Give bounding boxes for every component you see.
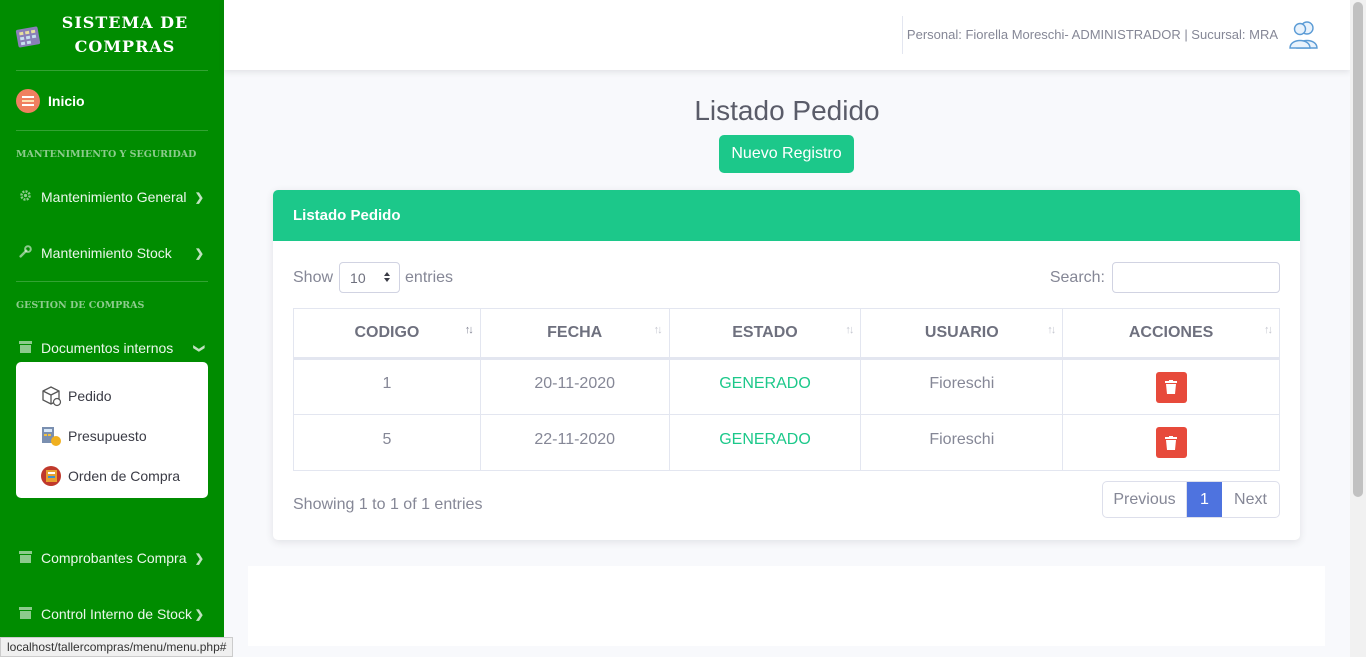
show-label: Show bbox=[293, 268, 334, 286]
entries-label: entries bbox=[405, 268, 454, 286]
cell-codigo: 5 bbox=[293, 414, 481, 471]
pagination-next[interactable]: Next bbox=[1222, 482, 1279, 517]
data-table: CODIGO ↑↓ FECHA ↑↓ ESTADO ↑↓ USUARIO ↑↓ … bbox=[293, 308, 1280, 471]
sidebar-item-inicio[interactable]: Inicio bbox=[0, 71, 224, 130]
cell-estado: GENERADO bbox=[668, 358, 862, 415]
sidebar-item-label: Control Interno de Stock bbox=[41, 606, 192, 622]
submenu-documentos: Pedido Presupuesto Orden de Compra bbox=[16, 362, 208, 498]
entries-select-value: 10 bbox=[350, 269, 366, 286]
cell-acciones bbox=[1062, 358, 1280, 415]
sidebar-item-label: Mantenimiento General bbox=[41, 189, 187, 205]
user-menu[interactable]: Personal: Fiorella Moreschi- ADMINISTRAD… bbox=[907, 18, 1320, 50]
table-row: 5 22-11-2020 GENERADO Fioreschi bbox=[293, 414, 1280, 471]
chevron-right-icon: ❯ bbox=[194, 191, 204, 204]
table-info: Showing 1 to 1 of 1 entries bbox=[293, 496, 483, 513]
trash-icon bbox=[1165, 380, 1178, 394]
sort-icon: ↑↓ bbox=[845, 324, 854, 336]
submenu-item-label: Orden de Compra bbox=[68, 468, 181, 484]
page-scrollbar[interactable] bbox=[1350, 0, 1366, 657]
card-header: Listado Pedido bbox=[273, 190, 1300, 241]
trash-icon bbox=[1165, 435, 1178, 450]
sidebar-item-control-interno-stock[interactable]: Control Interno de Stock ❯ bbox=[0, 586, 224, 642]
column-header-fecha[interactable]: FECHA ↑↓ bbox=[479, 308, 670, 360]
new-record-button[interactable]: Nuevo Registro bbox=[719, 135, 854, 173]
column-header-usuario[interactable]: USUARIO ↑↓ bbox=[860, 308, 1064, 360]
cell-usuario: Fioreschi bbox=[860, 358, 1064, 415]
cell-fecha: 20-11-2020 bbox=[479, 358, 670, 415]
users-icon bbox=[1288, 18, 1320, 50]
sort-asc-icon: ↑↓ bbox=[464, 324, 474, 336]
pagination-previous[interactable]: Previous bbox=[1103, 482, 1187, 517]
select-arrows-icon bbox=[383, 270, 391, 286]
sidebar-item-mantenimiento-stock[interactable]: Mantenimiento Stock ❯ bbox=[0, 225, 224, 281]
sort-icon: ↑↓ bbox=[653, 324, 663, 336]
submenu-item-pedido[interactable]: Pedido bbox=[16, 376, 208, 416]
column-header-codigo[interactable]: CODIGO ↑↓ bbox=[293, 308, 481, 360]
sidebar-item-label: Comprobantes Compra bbox=[41, 550, 187, 566]
status-bar-url: localhost/tallercompras/menu/menu.php# bbox=[0, 637, 234, 657]
column-header-estado[interactable]: ESTADO ↑↓ bbox=[668, 308, 862, 360]
column-header-label: ESTADO bbox=[732, 324, 798, 341]
column-header-label: CODIGO bbox=[354, 324, 420, 341]
search-control: Search: bbox=[1050, 262, 1280, 293]
topbar-divider bbox=[902, 16, 903, 54]
listing-card: Listado Pedido Show 10 entries Search: C… bbox=[273, 190, 1300, 540]
user-info-text: Personal: Fiorella Moreschi- ADMINISTRAD… bbox=[906, 26, 1278, 42]
archive-icon bbox=[18, 550, 32, 566]
table-header-row: CODIGO ↑↓ FECHA ↑↓ ESTADO ↑↓ USUARIO ↑↓ … bbox=[293, 308, 1280, 360]
sidebar-item-comprobantes-compra[interactable]: Comprobantes Compra ❯ bbox=[0, 530, 224, 586]
sidebar-item-label: Mantenimiento Stock bbox=[41, 245, 172, 261]
column-header-label: FECHA bbox=[547, 324, 603, 341]
cell-codigo: 1 bbox=[293, 358, 481, 415]
column-header-acciones[interactable]: ACCIONES ↑↓ bbox=[1062, 308, 1280, 360]
page-title: Listado Pedido bbox=[694, 95, 880, 126]
chevron-right-icon: ❯ bbox=[194, 552, 204, 565]
sidebar-item-mantenimiento-general[interactable]: Mantenimiento General ❯ bbox=[0, 169, 224, 225]
gear-icon bbox=[18, 189, 32, 205]
column-header-label: ACCIONES bbox=[1128, 324, 1214, 341]
cell-fecha: 22-11-2020 bbox=[479, 414, 670, 471]
submenu-item-label: Pedido bbox=[68, 388, 112, 404]
sort-icon: ↑↓ bbox=[1264, 324, 1273, 336]
chevron-right-icon: ❯ bbox=[194, 247, 204, 260]
brand-title: SISTEMA DE COMPRAS bbox=[61, 13, 189, 56]
search-input[interactable] bbox=[1112, 262, 1280, 293]
home-icon bbox=[16, 88, 40, 113]
package-icon bbox=[40, 385, 62, 407]
cell-estado: GENERADO bbox=[668, 414, 862, 471]
search-label: Search: bbox=[1049, 268, 1105, 286]
entries-length-control: Show 10 entries bbox=[293, 262, 453, 293]
archive-icon bbox=[18, 606, 32, 622]
wrench-icon bbox=[18, 245, 32, 261]
scrollbar-thumb[interactable] bbox=[1353, 2, 1363, 497]
delete-button[interactable] bbox=[1155, 427, 1187, 458]
topbar: Personal: Fiorella Moreschi- ADMINISTRAD… bbox=[224, 0, 1350, 70]
chevron-down-icon: ❯ bbox=[192, 343, 205, 353]
submenu-item-presupuesto[interactable]: Presupuesto bbox=[16, 416, 208, 456]
cell-usuario: Fioreschi bbox=[860, 414, 1064, 471]
entries-select[interactable]: 10 bbox=[339, 262, 401, 293]
brand[interactable]: SISTEMA DE COMPRAS bbox=[0, 0, 224, 70]
submenu-item-label: Presupuesto bbox=[68, 428, 147, 444]
archive-icon bbox=[18, 340, 32, 356]
sidebar-heading: MANTENIMIENTO Y SEGURIDAD bbox=[16, 149, 197, 160]
sidebar-heading: GESTION DE COMPRAS bbox=[16, 300, 145, 311]
pagination: Previous 1 Next bbox=[1102, 481, 1280, 518]
sort-icon: ↑↓ bbox=[1047, 324, 1056, 336]
submenu-item-orden-de-compra[interactable]: Orden de Compra bbox=[16, 456, 208, 496]
table-row: 1 20-11-2020 GENERADO Fioreschi bbox=[293, 358, 1280, 415]
chevron-right-icon: ❯ bbox=[194, 608, 204, 621]
column-header-label: USUARIO bbox=[924, 324, 999, 341]
content-panel bbox=[248, 566, 1325, 646]
pagination-page-1[interactable]: 1 bbox=[1187, 482, 1222, 517]
budget-icon bbox=[40, 425, 62, 447]
sidebar: SISTEMA DE COMPRAS Inicio MANTENIMIENTO … bbox=[0, 0, 224, 657]
sidebar-item-label: Documentos internos bbox=[41, 340, 174, 356]
calculator-icon bbox=[14, 22, 44, 48]
delete-button[interactable] bbox=[1155, 371, 1187, 403]
sidebar-item-label: Inicio bbox=[48, 92, 85, 109]
order-icon bbox=[40, 465, 62, 487]
cell-acciones bbox=[1062, 414, 1280, 471]
